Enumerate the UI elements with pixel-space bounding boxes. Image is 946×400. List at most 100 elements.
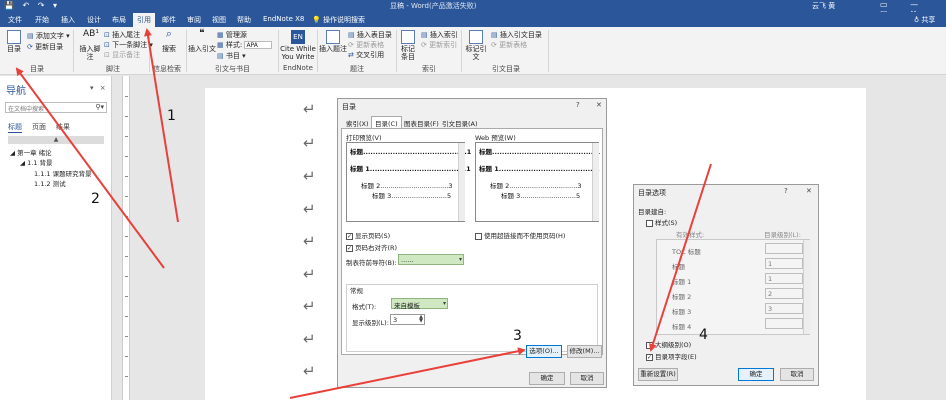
- add-text-button[interactable]: ▤ 添加文字 ▾: [27, 31, 70, 41]
- style-name: TOC 标题: [672, 248, 701, 256]
- style-level-field[interactable]: 3: [765, 303, 803, 314]
- nav-heading-item[interactable]: ◢ 1.1 背景: [20, 157, 52, 167]
- search-button[interactable]: ⌕ 搜索: [160, 27, 178, 53]
- styles-scrollbar[interactable]: [803, 240, 810, 334]
- nav-tab-results[interactable]: 结果: [56, 122, 70, 132]
- annotation-number: 1: [167, 108, 176, 124]
- annotation-number: 4: [699, 327, 708, 343]
- citation-style-select[interactable]: APA: [244, 41, 273, 49]
- style-level-field[interactable]: [765, 243, 803, 254]
- user-name[interactable]: 云飞 黄: [812, 1, 835, 11]
- tab-table-of-figures[interactable]: 图表目录(F): [401, 117, 442, 128]
- tab-layout[interactable]: 布局: [112, 15, 126, 27]
- next-footnote-button[interactable]: ⊡ 下一条脚注 ▾: [104, 40, 153, 50]
- cancel-button[interactable]: 取消: [570, 372, 604, 385]
- toc-dialog: 目录 ? ✕ 索引(X) 目录(C) 图表目录(F) 引文目录(A) 打印预览(…: [337, 98, 607, 388]
- search-icon: ⌕: [165, 27, 173, 40]
- mark-entry-button[interactable]: 标记条目: [398, 30, 418, 61]
- help-icon[interactable]: ?: [784, 187, 788, 195]
- tell-me-search[interactable]: 💡 操作说明搜索: [312, 15, 365, 25]
- share-button[interactable]: ♁ 共享: [914, 15, 935, 25]
- tab-endnote[interactable]: EndNote X8: [263, 15, 304, 27]
- preview-line: 标题......................................…: [479, 148, 601, 156]
- toc-entry-fields-checkbox[interactable]: 目录项字段(E): [646, 351, 697, 361]
- tab-file[interactable]: 文件: [8, 15, 22, 27]
- insert-footnote-button[interactable]: AB¹ 插入脚注: [77, 30, 103, 62]
- reset-button[interactable]: 重新设置(R): [638, 368, 678, 381]
- insert-index-button[interactable]: ▤ 插入索引: [421, 30, 458, 40]
- tab-table-of-authorities[interactable]: 引文目录(A): [439, 117, 481, 128]
- nav-heading-item[interactable]: ◢ 第一章 绪论: [10, 147, 52, 157]
- nav-tab-pages[interactable]: 页面: [32, 122, 46, 132]
- show-page-numbers-checkbox[interactable]: 显示页码(S): [346, 230, 390, 240]
- insert-toa-button[interactable]: ▤ 插入引文目录: [491, 30, 542, 40]
- quick-access-toolbar[interactable]: 💾 ↶ ↷ ▾: [4, 1, 60, 10]
- help-icon[interactable]: ?: [576, 101, 580, 109]
- group-label-research: 信息检索: [153, 65, 181, 73]
- close-icon[interactable]: ✕: [596, 101, 602, 109]
- update-table-button[interactable]: ⟳ 更新表格: [348, 40, 384, 50]
- cross-reference-button[interactable]: ⇄ 交叉引用: [348, 50, 384, 60]
- show-levels-label: 显示级别(L):: [352, 319, 389, 327]
- tab-index[interactable]: 索引(X): [343, 117, 372, 128]
- search-icon[interactable]: ⚲▾: [95, 103, 104, 111]
- style-level-field[interactable]: [765, 318, 803, 329]
- collapse-headings-bar[interactable]: ▲: [8, 136, 104, 144]
- tab-view[interactable]: 视图: [212, 15, 226, 27]
- tab-references[interactable]: 引用: [133, 13, 155, 27]
- update-toc-button[interactable]: ⟳ 更新目录: [27, 42, 63, 52]
- tab-leader-select[interactable]: ...... ▾: [398, 254, 464, 265]
- cite-while-you-write-button[interactable]: EN Cite While You Write: [280, 30, 316, 61]
- preview-scrollbar[interactable]: [458, 143, 465, 221]
- group-label-captions: 题注: [350, 65, 364, 73]
- tab-insert[interactable]: 插入: [61, 15, 75, 27]
- dialog-title: 目录: [342, 103, 356, 111]
- navigation-pane: 导航 ▾ × 在文档中搜索 ⚲▾ 标题 页面 结果 ▲ ◢ 第一章 绪论 ◢ 1…: [0, 76, 112, 400]
- tab-home[interactable]: 开始: [35, 15, 49, 27]
- style-level-field[interactable]: 2: [765, 288, 803, 299]
- nav-heading-item[interactable]: 1.1.2 测试: [34, 178, 66, 188]
- citation-style[interactable]: ▦ 样式: APA: [217, 40, 273, 50]
- toc-options-dialog: 目录选项 ? ✕ 目录建自: 样式(S) 有效样式: 目录级别(L): TOC …: [633, 184, 819, 386]
- ok-button[interactable]: 确定: [738, 368, 774, 381]
- update-index-button[interactable]: ⟳ 更新索引: [421, 40, 457, 50]
- navigation-search-input[interactable]: 在文档中搜索 ⚲▾: [5, 102, 107, 113]
- preview-scrollbar[interactable]: [592, 143, 599, 221]
- options-button[interactable]: 选项(O)...: [526, 345, 562, 358]
- manage-sources-button[interactable]: ▦ 管理源: [217, 30, 247, 40]
- mark-citation-button[interactable]: 标记引文: [464, 30, 488, 61]
- nav-heading-item[interactable]: 1.1.1 课题研究背景: [34, 168, 92, 178]
- bibliography-button[interactable]: ▤ 书目 ▾: [217, 51, 246, 61]
- modify-button[interactable]: 修改(M)...: [567, 345, 602, 358]
- insert-citation-button[interactable]: ❝ 插入引文: [188, 29, 216, 54]
- show-notes-button[interactable]: ⊡ 显示备注: [104, 50, 140, 60]
- nav-tab-headings[interactable]: 标题: [8, 122, 22, 133]
- insert-endnote-button[interactable]: ⊡ 插入尾注: [104, 30, 140, 40]
- style-level-field[interactable]: 1: [765, 273, 803, 284]
- insert-caption-button[interactable]: 插入题注: [319, 30, 347, 53]
- preview-line: 标题 3...........................5: [501, 192, 581, 200]
- toc-button[interactable]: 目录: [4, 30, 24, 53]
- style-level-field[interactable]: 1: [765, 258, 803, 269]
- tab-help[interactable]: 帮助: [237, 15, 251, 27]
- ok-button[interactable]: 确定: [529, 372, 565, 385]
- close-icon[interactable]: ✕: [806, 187, 812, 195]
- tab-mailings[interactable]: 邮件: [162, 15, 176, 27]
- insert-table-of-figures-button[interactable]: ▤ 插入表目录: [348, 30, 392, 40]
- group-label-toc: 目录: [30, 65, 44, 73]
- show-levels-spinner[interactable]: 3 ▲ ▼: [390, 314, 425, 325]
- use-hyperlinks-checkbox[interactable]: 使用超链接而不使用页码(H): [475, 230, 565, 240]
- group-label-index: 索引: [422, 65, 436, 73]
- cancel-button[interactable]: 取消: [780, 368, 814, 381]
- formats-label: 格式(T):: [352, 303, 377, 311]
- tab-review[interactable]: 审阅: [187, 15, 201, 27]
- update-toa-button[interactable]: ⟳ 更新表格: [491, 40, 527, 50]
- outline-levels-checkbox[interactable]: 大纲级别(O): [646, 339, 691, 349]
- styles-checkbox[interactable]: 样式(S): [646, 217, 677, 227]
- navigation-pane-controls[interactable]: ▾ ×: [90, 84, 108, 92]
- right-align-checkbox[interactable]: 页码右对齐(R): [346, 242, 397, 252]
- group-divider: [186, 30, 187, 72]
- formats-select[interactable]: 来自模板 ▾: [391, 298, 448, 310]
- tab-toc[interactable]: 目录(C): [371, 116, 402, 128]
- tab-design[interactable]: 设计: [87, 15, 101, 27]
